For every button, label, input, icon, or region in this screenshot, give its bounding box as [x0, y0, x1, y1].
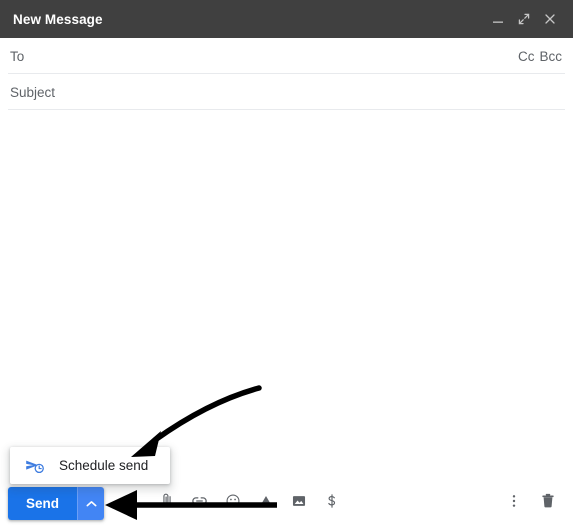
compose-toolbar [150, 487, 348, 520]
insert-link-button[interactable] [183, 487, 216, 520]
insert-money-button[interactable] [315, 487, 348, 520]
send-button[interactable]: Send [8, 487, 78, 520]
cc-button[interactable]: Cc [518, 49, 535, 64]
subject-field-row[interactable]: Subject [0, 74, 573, 110]
insert-money-icon [323, 492, 341, 515]
bcc-button[interactable]: Bcc [539, 49, 562, 64]
to-field-label: To [10, 48, 25, 64]
chevron-up-icon [86, 495, 97, 513]
compose-bottom-bar: Send [0, 480, 573, 529]
more-options-icon [505, 492, 523, 515]
close-button[interactable] [537, 6, 563, 32]
more-options-button[interactable] [497, 487, 531, 520]
message-body-input[interactable] [0, 110, 573, 480]
insert-drive-button[interactable] [249, 487, 282, 520]
insert-emoji-button[interactable] [216, 487, 249, 520]
attach-file-button[interactable] [150, 487, 183, 520]
insert-photo-icon [290, 492, 308, 515]
minimize-button[interactable] [485, 6, 511, 32]
insert-drive-icon [257, 492, 275, 515]
minimize-icon [491, 12, 505, 26]
expand-button[interactable] [511, 6, 537, 32]
window-titlebar: New Message [0, 0, 573, 38]
insert-emoji-icon [224, 492, 242, 515]
compose-window: New Message To Cc Bcc Subject Send Sched… [0, 0, 573, 529]
expand-icon [517, 12, 531, 26]
window-title: New Message [13, 11, 103, 27]
insert-photo-button[interactable] [282, 487, 315, 520]
window-controls [485, 6, 563, 32]
close-icon [543, 12, 557, 26]
to-field-row[interactable]: To Cc Bcc [0, 38, 573, 74]
send-options-toggle[interactable] [77, 487, 105, 520]
cc-bcc-group: Cc Bcc [518, 49, 562, 64]
schedule-send-menu-item[interactable]: Schedule send [10, 447, 170, 484]
subject-field-label: Subject [10, 84, 56, 100]
attach-file-icon [158, 492, 176, 515]
compose-right-actions [497, 487, 565, 520]
insert-link-icon [190, 492, 209, 516]
schedule-send-label: Schedule send [59, 458, 149, 473]
schedule-send-icon [24, 455, 46, 477]
discard-draft-button[interactable] [531, 487, 565, 520]
send-button-group: Send [8, 487, 105, 520]
discard-draft-icon [538, 491, 558, 516]
